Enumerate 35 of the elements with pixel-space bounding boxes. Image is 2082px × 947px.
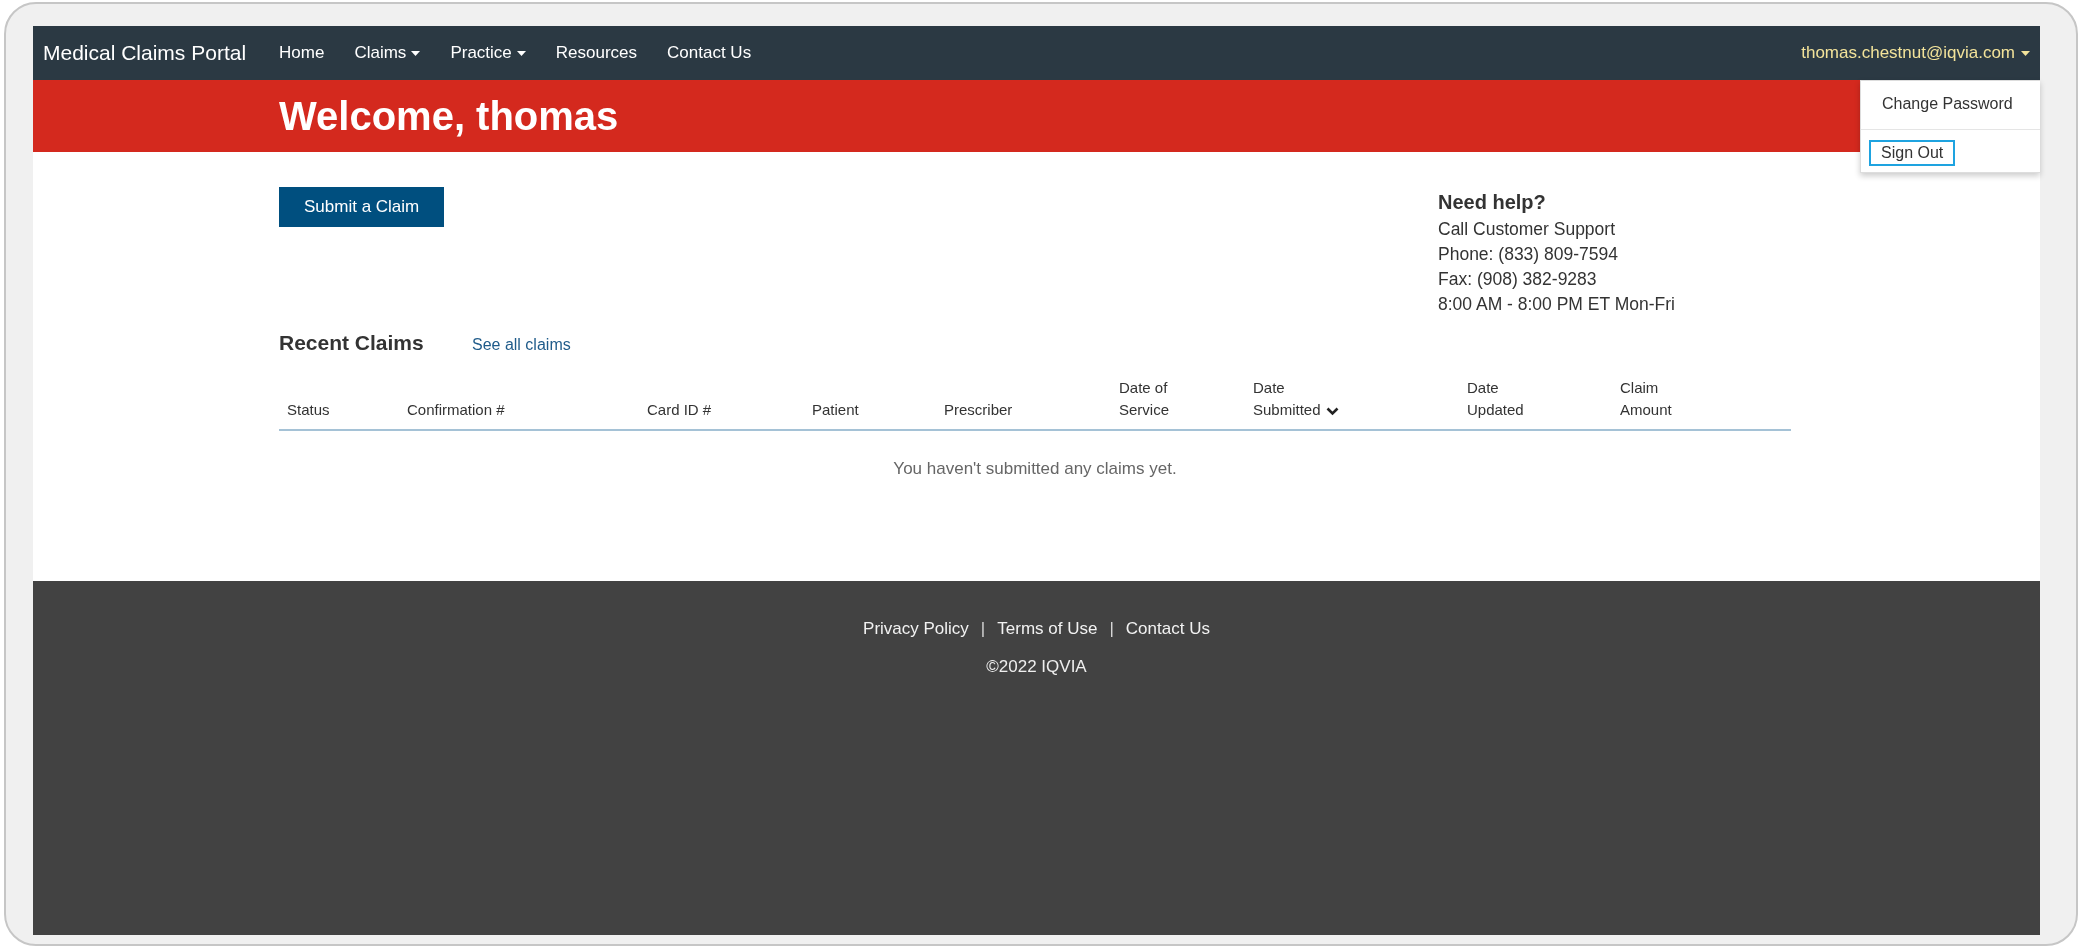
column-header[interactable]: Date Updated	[1467, 377, 1524, 421]
column-header[interactable]: Status	[287, 399, 330, 421]
separator-text: |	[1109, 619, 1114, 639]
empty-message: You haven't submitted any claims yet.	[892, 459, 1178, 479]
copyright-text: ©2022 IQVIA	[986, 657, 1087, 677]
column-header[interactable]: Confirmation #	[407, 399, 505, 421]
help-text: Phone: (833) 809-7594	[1438, 243, 1619, 266]
column-header[interactable]: Date of Service	[1119, 377, 1170, 421]
column-header[interactable]: Patient	[812, 399, 859, 421]
footer-link[interactable]: Contact Us	[1125, 619, 1210, 639]
column-header[interactable]: Date Submitted	[1253, 377, 1339, 421]
nav-link[interactable]: Resources	[540, 43, 653, 63]
recent-claims-title: Recent Claims	[279, 331, 425, 355]
brand-title[interactable]: Medical Claims Portal	[43, 41, 247, 65]
footer-link[interactable]: Terms of Use	[997, 619, 1098, 639]
column-header[interactable]: Card ID #	[647, 399, 712, 421]
nav-link[interactable]: Claims	[339, 43, 436, 63]
nav-link[interactable]: Practice	[435, 43, 541, 63]
nav-link[interactable]: Contact Us	[652, 43, 767, 63]
column-header[interactable]: Prescriber	[944, 399, 1013, 421]
nav-link[interactable]: Home	[264, 43, 340, 63]
footer-link[interactable]: Privacy Policy	[863, 619, 969, 639]
help-text: 8:00 AM - 8:00 PM ET Mon-Fri	[1438, 293, 1676, 316]
user-menu-toggle[interactable]: thomas.chestnut@iqvia.com	[1801, 43, 2030, 63]
menu-item[interactable]: Change Password	[1867, 89, 2028, 119]
help-text: Fax: (908) 382-9283	[1438, 268, 1598, 291]
separator-text: |	[980, 619, 986, 639]
help-text: Call Customer Support	[1438, 218, 1617, 241]
submit-claim-button[interactable]: Submit a Claim	[279, 187, 445, 227]
menu-item[interactable]: Sign Out	[1869, 140, 1956, 166]
caret-icon	[2021, 50, 2030, 56]
column-header[interactable]: Claim Amount	[1620, 377, 1672, 421]
help-title: Need help?	[1438, 190, 1547, 215]
welcome-title: Welcome, thomas	[279, 93, 619, 139]
see-all-claims-link[interactable]: See all claims	[472, 336, 571, 354]
